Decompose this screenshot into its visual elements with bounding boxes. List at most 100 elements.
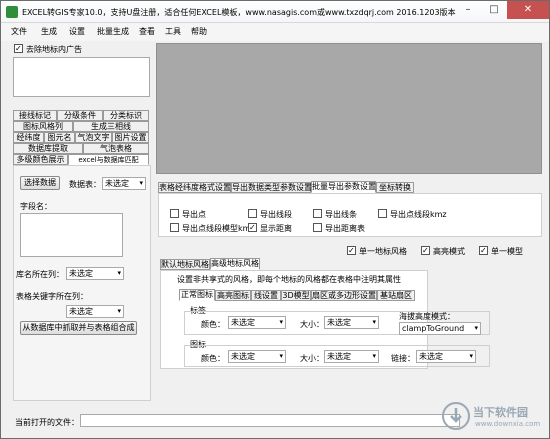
remove-ads-checkbox[interactable]	[14, 44, 23, 53]
title-bar: EXCEL转GIS专家10.0，支持U盘注册，适合任何EXCEL模板，www.n…	[1, 1, 549, 23]
watermark: 当下软件园 www.downxia.com	[441, 396, 549, 436]
icon-size-label: 大小：	[300, 354, 324, 363]
tab-3d-model[interactable]: 3D模型	[281, 290, 311, 301]
single-model-label: 单一模型	[491, 247, 523, 256]
export-distance-table-label: 导出距离表	[325, 224, 365, 233]
tab-bubble-text[interactable]: 气泡文字	[75, 132, 112, 143]
label-size-select[interactable]: 未选定 ▾	[324, 316, 379, 329]
tab-image-settings[interactable]: 图片设置	[112, 132, 149, 143]
altitude-mode-select[interactable]: clampToGround ▾	[399, 322, 481, 335]
app-window: EXCEL转GIS专家10.0，支持U盘注册，适合任何EXCEL模板，www.n…	[0, 0, 550, 439]
tab-batch-export-params[interactable]: 批量导出参数设置	[311, 181, 376, 193]
extract-combine-button[interactable]: 从数据库中抓取并与表格组合成	[20, 321, 137, 335]
chevron-down-icon: ▾	[139, 179, 143, 187]
select-data-button[interactable]: 选择数据	[20, 176, 60, 190]
menu-bar: 文件 生成 设置 批量生成 查看 工具 帮助	[1, 23, 549, 41]
chevron-down-icon: ▾	[279, 318, 283, 326]
field-label: 字段名：	[20, 202, 52, 211]
export-model-kmz-label: 导出点线段模型kmz	[182, 224, 255, 233]
tab-element-name[interactable]: 图元名	[44, 132, 75, 143]
icon-color-label: 颜色：	[201, 354, 225, 363]
tab-class-mark[interactable]: 分类标识	[103, 110, 149, 121]
menu-generate[interactable]: 生成	[41, 26, 57, 37]
tab-lat-lon[interactable]: 经纬度	[13, 132, 44, 143]
export-kmz-label: 导出点线段kmz	[390, 210, 447, 219]
download-logo-icon	[442, 402, 470, 430]
menu-help[interactable]: 帮助	[191, 26, 207, 37]
export-lines-label: 导出线条	[325, 210, 357, 219]
chevron-down-icon: ▾	[117, 269, 121, 277]
tab-advanced-style[interactable]: 高级地标风格	[210, 258, 260, 270]
export-distance-table-checkbox[interactable]	[313, 223, 322, 232]
minimize-icon[interactable]: –	[455, 1, 481, 19]
highlight-mode-checkbox[interactable]	[421, 246, 430, 255]
show-distance-checkbox[interactable]	[248, 223, 257, 232]
single-model-checkbox[interactable]	[479, 246, 488, 255]
chevron-down-icon: ▾	[469, 352, 473, 360]
tab-base-station-sector[interactable]: 基站扇区	[377, 290, 415, 301]
icon-size-select[interactable]: 未选定 ▾	[324, 350, 379, 363]
tab-three-phase-line[interactable]: 生成三相线	[73, 121, 149, 132]
tab-bubble-table[interactable]: 气泡表格	[83, 143, 149, 154]
tab-export-type-params[interactable]: 导出数据类型参数设置	[231, 182, 312, 193]
tab-wiring-mark[interactable]: 接线标记	[13, 110, 57, 121]
label-color-select[interactable]: 未选定 ▾	[228, 316, 286, 329]
altitude-mode-label: 海拔高度模式：	[399, 312, 455, 321]
tab-default-style[interactable]: 默认地标风格	[160, 259, 210, 270]
remove-ads-label: 去除地标内广告	[26, 45, 82, 54]
export-lines-checkbox[interactable]	[313, 209, 322, 218]
menu-file[interactable]: 文件	[11, 26, 27, 37]
link-select[interactable]: 未选定 ▾	[416, 350, 476, 363]
tab-sector-polygon[interactable]: 扇区或多边形设置	[311, 290, 377, 301]
tab-coordinate-convert[interactable]: 坐标转换	[376, 182, 414, 193]
style-description: 设置非共享式的风格，即每个地标的风格都在表格中注明其属性	[177, 275, 401, 284]
tab-icon-style-column[interactable]: 图标风格列	[13, 121, 73, 132]
export-kmz-checkbox[interactable]	[378, 209, 387, 218]
single-style-checkbox[interactable]	[347, 246, 356, 255]
watermark-brand: 当下软件园	[473, 406, 528, 419]
export-segments-checkbox[interactable]	[248, 209, 257, 218]
county-col-select[interactable]: 未选定 ▾	[66, 267, 124, 280]
menu-batch-generate[interactable]: 批量生成	[97, 26, 129, 37]
chevron-down-icon: ▾	[474, 324, 478, 332]
menu-tools[interactable]: 工具	[165, 26, 181, 37]
tab-grade-condition[interactable]: 分级条件	[57, 110, 103, 121]
tab-database-extract[interactable]: 数据库提取	[13, 143, 83, 154]
export-model-kmz-checkbox[interactable]	[170, 223, 179, 232]
menu-view[interactable]: 查看	[139, 26, 155, 37]
tab-excel-db-match[interactable]: excel与数据库匹配	[68, 154, 149, 165]
field-listbox[interactable]	[20, 213, 123, 257]
watermark-url: www.downxia.com	[475, 420, 541, 428]
tab-line-settings[interactable]: 线设置	[251, 290, 281, 301]
ads-textbox[interactable]	[13, 57, 150, 97]
chevron-down-icon: ▾	[117, 307, 121, 315]
table-select[interactable]: 未选定 ▾	[102, 177, 146, 190]
tab-highlight-icon[interactable]: 高亮图标	[215, 290, 251, 301]
icon-color-select[interactable]: 未选定 ▾	[228, 350, 286, 363]
chevron-down-icon: ▾	[279, 352, 283, 360]
chevron-down-icon: ▾	[372, 352, 376, 360]
current-file-label: 当前打开的文件：	[15, 418, 79, 427]
table-label: 数据表：	[69, 180, 101, 189]
link-label: 链接：	[391, 354, 415, 363]
tab-multi-color[interactable]: 多级颜色展示	[13, 154, 68, 165]
maximize-icon[interactable]: □	[481, 1, 507, 19]
county-col-label: 库名所在列：	[16, 270, 64, 279]
keyword-col-label: 表格关键字所在列：	[16, 292, 88, 301]
close-icon[interactable]: ✕	[507, 1, 549, 19]
export-segments-label: 导出线段	[260, 210, 292, 219]
menu-settings[interactable]: 设置	[69, 26, 85, 37]
label-size-label: 大小：	[300, 320, 324, 329]
window-title: EXCEL转GIS专家10.0，支持U盘注册，适合任何EXCEL模板，www.n…	[22, 8, 456, 17]
app-icon	[6, 6, 18, 18]
keyword-col-select[interactable]: 未选定 ▾	[66, 305, 124, 318]
chevron-down-icon: ▾	[372, 318, 376, 326]
export-points-label: 导出点	[182, 210, 206, 219]
current-file-field[interactable]	[80, 414, 460, 427]
tab-normal-icon[interactable]: 正常图标	[179, 289, 215, 301]
highlight-mode-label: 高亮模式	[433, 247, 465, 256]
preview-area	[156, 43, 542, 174]
tab-latlon-format[interactable]: 表格经纬度格式设置	[158, 182, 231, 193]
label-color-label: 颜色：	[201, 320, 225, 329]
export-points-checkbox[interactable]	[170, 209, 179, 218]
